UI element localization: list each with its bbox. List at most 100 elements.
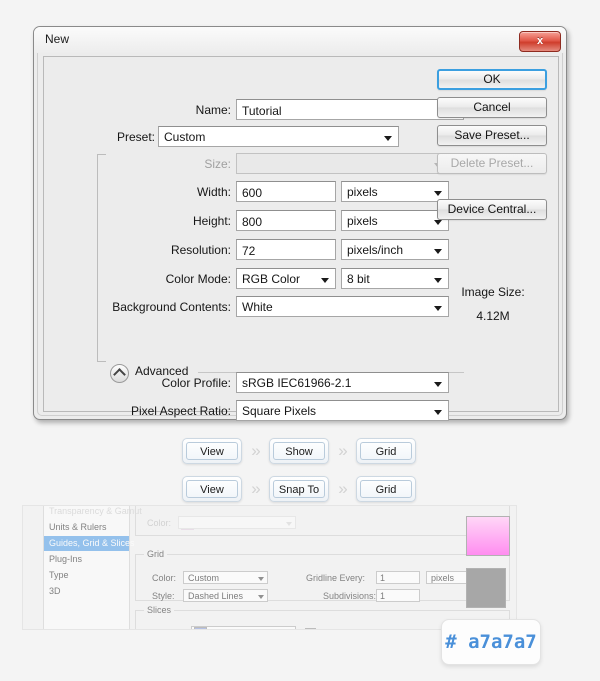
slices-line-color-value: Light Blue [209, 628, 249, 630]
save-preset-button[interactable]: Save Preset... [437, 125, 547, 146]
resolution-row: Resolution: [50, 239, 231, 261]
grid-color-select[interactable]: Custom [183, 571, 268, 584]
grid-color-label: Color: [152, 573, 176, 583]
width-label: Width: [197, 181, 231, 203]
width-unit-value: pixels [347, 185, 378, 199]
menu-step-view-2[interactable]: View [182, 476, 242, 502]
sidebar-item-guides-grid-slices[interactable]: Guides, Grid & Slices [44, 536, 129, 551]
color-mode-row: Color Mode: [50, 268, 231, 290]
subdivisions-label: Subdivisions: [323, 591, 376, 601]
height-row: Height: [50, 210, 231, 232]
name-input[interactable] [236, 99, 464, 120]
preset-select[interactable]: Custom [158, 126, 399, 147]
chevron-down-icon [258, 595, 264, 599]
close-icon[interactable]: x [519, 31, 561, 52]
chevron-down-icon [434, 191, 442, 196]
width-row: Width: [50, 181, 231, 203]
chevron-down-icon [258, 577, 264, 581]
menu-step-label: Show [273, 442, 325, 460]
chevron-down-icon [434, 220, 442, 225]
color-profile-row: Color Profile: [50, 372, 231, 394]
chevron-down-icon [434, 410, 442, 415]
preset-row: Preset: [50, 126, 155, 148]
magenta-color-preview [466, 516, 510, 556]
cancel-button[interactable]: Cancel [437, 97, 547, 118]
device-central-button[interactable]: Device Central... [437, 199, 547, 220]
menu-step-label: Grid [360, 442, 412, 460]
height-unit-select[interactable]: pixels [341, 210, 449, 231]
color-profile-value: sRGB IEC61966-2.1 [242, 376, 351, 390]
resolution-unit-select[interactable]: pixels/inch [341, 239, 449, 260]
grid-style-select[interactable]: Dashed Lines [183, 589, 268, 602]
ok-button[interactable]: OK [437, 69, 547, 90]
chevron-right-icon: » [335, 442, 351, 460]
sidebar-item-3d[interactable]: 3D [49, 584, 129, 599]
pixel-aspect-label: Pixel Aspect Ratio: [131, 400, 231, 422]
sidebar-item-type[interactable]: Type [49, 568, 129, 583]
gridline-every-input[interactable] [376, 571, 420, 584]
preset-value: Custom [164, 130, 205, 144]
chevron-down-icon [434, 249, 442, 254]
color-depth-value: 8 bit [347, 272, 370, 286]
delete-preset-button: Delete Preset... [437, 153, 547, 174]
menu-step-view-1[interactable]: View [182, 438, 242, 464]
show-slice-numbers-checkbox[interactable]: ✓ [305, 628, 316, 630]
sidebar-item-plug-ins[interactable]: Plug-Ins [49, 552, 129, 567]
resolution-input[interactable] [236, 239, 336, 260]
color-mode-select[interactable]: RGB Color [236, 268, 336, 289]
chevron-right-icon: » [335, 480, 351, 498]
menu-step-label: View [186, 480, 238, 498]
name-row: Name: [50, 99, 231, 121]
resolution-unit-value: pixels/inch [347, 243, 403, 257]
menu-path-diagram: View » Show » Grid View » Snap To » Grid [0, 432, 600, 512]
color-mode-value: RGB Color [242, 272, 300, 286]
show-slice-numbers-label: Show Slice Numbers [319, 628, 403, 630]
dialog-titlebar: New x [34, 27, 566, 53]
resolution-label: Resolution: [171, 239, 231, 261]
guides-color-select[interactable] [178, 516, 296, 529]
width-input[interactable] [236, 181, 336, 202]
size-label: Size: [204, 153, 231, 175]
menu-step-show[interactable]: Show [269, 438, 329, 464]
height-input[interactable] [236, 210, 336, 231]
menu-step-grid-1[interactable]: Grid [356, 438, 416, 464]
height-label: Height: [193, 210, 231, 232]
background-label: Background Contents: [112, 296, 231, 318]
chevron-down-icon [434, 382, 442, 387]
size-select [236, 153, 449, 174]
menu-step-label: Grid [360, 480, 412, 498]
menu-step-snap-to[interactable]: Snap To [269, 476, 329, 502]
chevron-down-icon [321, 278, 329, 283]
name-label: Name: [196, 99, 231, 121]
size-row: Size: [50, 153, 231, 175]
grid-color-value: Custom [188, 573, 219, 583]
menu-step-label: Snap To [273, 480, 325, 498]
color-depth-select[interactable]: 8 bit [341, 268, 449, 289]
height-unit-value: pixels [347, 214, 378, 228]
background-value: White [242, 300, 273, 314]
color-profile-select[interactable]: sRGB IEC61966-2.1 [236, 372, 449, 393]
grid-style-value: Dashed Lines [188, 591, 243, 601]
color-profile-label: Color Profile: [162, 372, 231, 394]
slices-group-title: Slices [144, 605, 174, 615]
width-unit-select[interactable]: pixels [341, 181, 449, 202]
subdivisions-input[interactable] [376, 589, 420, 602]
slices-line-color-swatch[interactable] [194, 627, 207, 630]
preferences-panel: Transparency & Gamut Units & Rulers Guid… [22, 505, 517, 630]
grid-group-title: Grid [144, 549, 167, 559]
new-document-dialog: New x Name: Preset: Custom Size: Width: [33, 26, 567, 420]
hex-value-text: # a7a7a7 [442, 620, 540, 664]
pixel-aspect-select[interactable]: Square Pixels [236, 400, 449, 421]
guides-color-label: Color: [147, 518, 171, 528]
color-mode-label: Color Mode: [166, 268, 231, 290]
gridline-every-label: Gridline Every: [306, 573, 365, 583]
hex-value-badge: # a7a7a7 [441, 619, 541, 665]
menu-step-label: View [186, 442, 238, 460]
image-size-label: Image Size: [437, 285, 549, 299]
chevron-down-icon [384, 136, 392, 141]
chevron-right-icon: » [248, 480, 264, 498]
sidebar-item-units-rulers[interactable]: Units & Rulers [49, 520, 129, 535]
menu-step-grid-2[interactable]: Grid [356, 476, 416, 502]
background-select[interactable]: White [236, 296, 449, 317]
background-row: Background Contents: [50, 296, 231, 318]
